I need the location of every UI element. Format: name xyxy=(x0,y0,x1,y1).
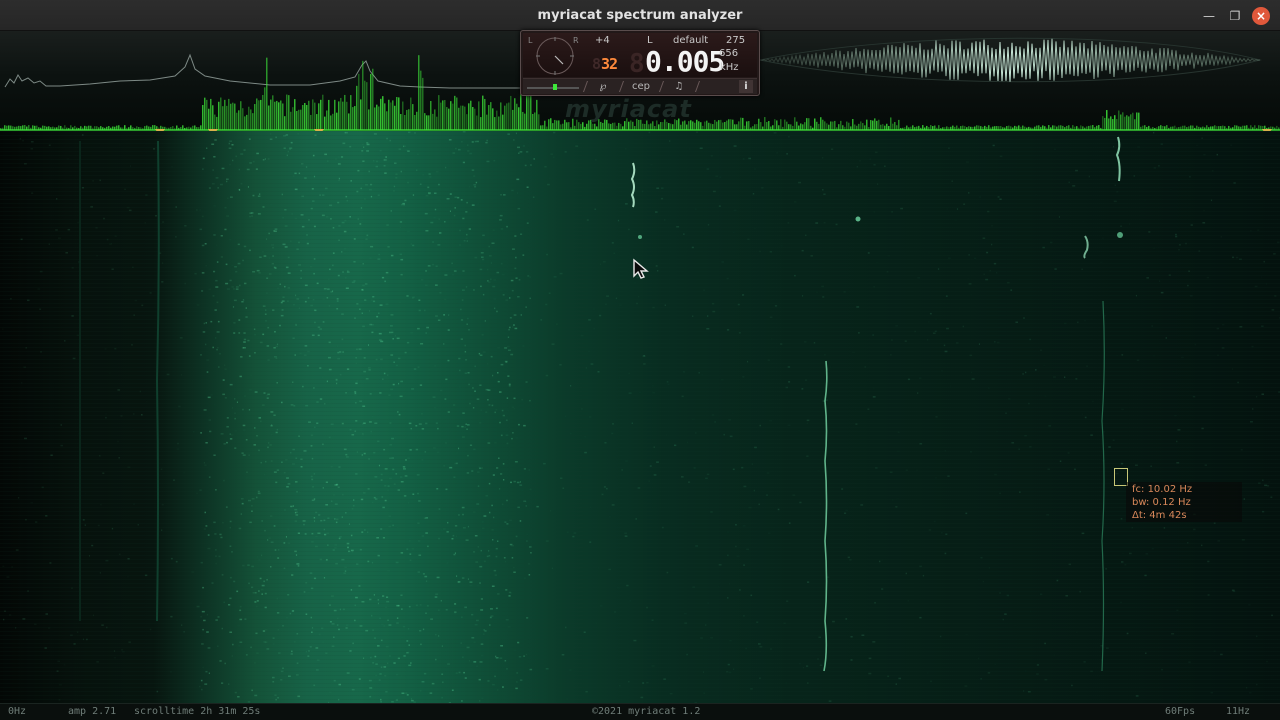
frequency-unit: kHz xyxy=(720,62,739,73)
title-bar: myriacat spectrum analyzer — ❐ × xyxy=(0,0,1280,31)
frequency-readout: 0.005 xyxy=(645,45,725,78)
bits-value: 32 xyxy=(601,55,618,73)
cep-button[interactable]: cep xyxy=(625,80,657,93)
tuning-fork-icon[interactable]: ℘ xyxy=(589,80,617,93)
svg-text:L: L xyxy=(528,36,533,45)
watermark-logo: myriacat xyxy=(565,95,692,123)
level-meter-icon xyxy=(527,84,579,90)
center-frequency-label: fc: 10.02 Hz xyxy=(1132,484,1193,495)
cursor-readout: fc: 10.02 Hz bw: 0.12 Hz Δt: 4m 42s xyxy=(1126,482,1242,522)
signal-trace-5 xyxy=(1101,300,1105,672)
average-spectrum-line xyxy=(4,53,520,89)
signal-trace-4 xyxy=(1083,235,1089,259)
widget-toolbar: ℘ cep ♫ i xyxy=(523,78,757,94)
frequency-display-widget: L R +4 L default 275 8 32 8 0.005 656 kH… xyxy=(520,30,760,96)
signal-trace-3 xyxy=(823,360,828,672)
mouse-pointer-icon xyxy=(633,258,649,279)
bits-ghost-digit: 8 xyxy=(592,55,602,73)
copyright-label: ©2021 myriacat 1.2 xyxy=(592,706,701,717)
max-frequency-label: 11Hz xyxy=(1226,706,1251,717)
multiplier-value: 656 xyxy=(719,48,739,59)
signal-trace-1 xyxy=(630,162,636,208)
status-bar: 0Hz amp 2.71 scrolltime 2h 31m 25s ©2021… xyxy=(0,703,1280,720)
waveform-trace xyxy=(759,38,1261,82)
bandwidth-label: bw: 0.12 Hz xyxy=(1132,497,1191,508)
music-note-icon[interactable]: ♫ xyxy=(665,80,693,93)
frequency-ghost-digit: 8 xyxy=(629,49,645,79)
display-panel: L R +4 L default 275 8 32 8 0.005 656 kH… xyxy=(523,33,757,79)
signal-trace-2 xyxy=(1115,136,1121,182)
signal-trace-7 xyxy=(155,140,160,622)
offset-value: +4 xyxy=(595,35,610,46)
stereo-meter-icon: L R xyxy=(528,36,579,75)
delta-time-label: Δt: 4m 42s xyxy=(1132,510,1187,521)
minimize-icon[interactable]: — xyxy=(1200,7,1218,25)
window-title: myriacat spectrum analyzer xyxy=(537,8,743,23)
spectrogram-waterfall[interactable] xyxy=(0,131,1280,703)
info-button[interactable]: i xyxy=(739,80,753,93)
min-frequency-label: 0Hz xyxy=(8,706,27,717)
amplitude-label[interactable]: amp 2.71 xyxy=(68,706,116,717)
close-icon[interactable]: × xyxy=(1252,7,1270,25)
bin-size-value: 275 xyxy=(726,35,746,46)
maximize-icon[interactable]: ❐ xyxy=(1226,7,1244,25)
svg-text:R: R xyxy=(573,36,579,45)
spectrogram-texture xyxy=(2,131,1280,703)
scrolltime-label[interactable]: scrolltime 2h 31m 25s xyxy=(134,706,260,717)
fps-label: 60Fps xyxy=(1165,706,1196,717)
